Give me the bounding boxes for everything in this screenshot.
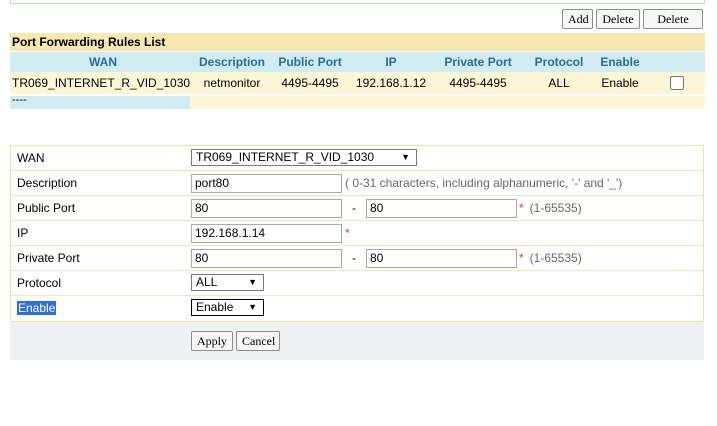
private-port-label: Private Port: [17, 251, 80, 265]
form-actions: Apply Cancel: [10, 322, 704, 360]
cell-protocol: ALL: [526, 72, 593, 94]
ip-label: IP: [17, 226, 29, 240]
apply-button[interactable]: Apply: [191, 331, 233, 351]
dropdown-arrow-icon: ▼: [248, 277, 257, 287]
protocol-label: Protocol: [17, 276, 62, 290]
rule-edit-form: WAN TR069_INTERNET_R_VID_1030 ▼ Descript…: [10, 145, 704, 322]
cell-description: netmonitor: [196, 72, 269, 94]
wan-label: WAN: [17, 151, 45, 165]
column-header-enable: Enable: [592, 52, 649, 72]
public-port-end-input[interactable]: 80: [366, 199, 517, 218]
description-label: Description: [17, 176, 78, 190]
cell-select: [648, 72, 705, 94]
form-row-private-port: Private Port 80 - 80 * (1-65535): [11, 246, 703, 271]
column-header-private-port: Private Port: [430, 52, 527, 72]
dropdown-arrow-icon: ▼: [248, 302, 257, 312]
enable-select[interactable]: Enable ▼: [191, 299, 264, 316]
row-select-checkbox[interactable]: [669, 76, 684, 91]
form-row-description: Description port80 ( 0-31 characters, in…: [11, 171, 703, 196]
public-port-label: Public Port: [17, 201, 76, 215]
public-port-hint: (1-65535): [529, 201, 582, 215]
description-hint: ( 0-31 characters, including alphanumeri…: [345, 176, 623, 190]
cell-private-port: 4495-4495: [430, 72, 527, 94]
form-row-protocol: Protocol ALL ▼: [11, 271, 703, 296]
empty-row: ----: [10, 95, 705, 109]
empty-row-marker: ----: [10, 95, 190, 109]
required-marker: *: [519, 201, 524, 215]
form-row-ip: IP 192.168.1.14 *: [11, 221, 703, 246]
required-marker: *: [519, 251, 524, 265]
column-header-description: Description: [196, 52, 269, 72]
column-header-wan: WAN: [10, 52, 196, 72]
public-port-range-separator: -: [352, 201, 356, 215]
rules-list-title: Port Forwarding Rules List: [10, 33, 705, 51]
cell-public-port: 4495-4495: [268, 72, 353, 94]
dropdown-arrow-icon: ▼: [401, 152, 410, 162]
protocol-select-value: ALL: [196, 275, 218, 289]
description-input[interactable]: port80: [191, 174, 342, 193]
column-header-protocol: Protocol: [526, 52, 593, 72]
add-button[interactable]: Add: [562, 9, 593, 29]
form-row-public-port: Public Port 80 - 80 * (1-65535): [11, 196, 703, 221]
private-port-hint: (1-65535): [529, 251, 582, 265]
table-row[interactable]: TR069_INTERNET_R_VID_1030 netmonitor 449…: [10, 72, 705, 94]
enable-label: Enable: [17, 301, 57, 315]
protocol-select[interactable]: ALL ▼: [191, 274, 264, 291]
ip-input[interactable]: 192.168.1.14: [191, 224, 342, 243]
delete-button[interactable]: Delete: [596, 9, 640, 29]
cell-ip: 192.168.1.12: [352, 72, 431, 94]
private-port-range-separator: -: [352, 251, 356, 265]
column-header-public-port: Public Port: [268, 52, 353, 72]
enable-select-value: Enable: [196, 300, 234, 314]
cell-enable: Enable: [592, 72, 649, 94]
form-row-wan: WAN TR069_INTERNET_R_VID_1030 ▼: [11, 146, 703, 171]
column-header-select: [648, 52, 705, 72]
table-header-row: WAN Description Public Port IP Private P…: [10, 52, 705, 72]
delete-all-button[interactable]: Delete All: [643, 9, 703, 44]
public-port-start-input[interactable]: 80: [191, 199, 342, 218]
wan-select[interactable]: TR069_INTERNET_R_VID_1030 ▼: [191, 149, 417, 166]
required-marker: *: [345, 226, 350, 240]
previous-section-border: [10, 0, 705, 4]
column-header-ip: IP: [352, 52, 431, 72]
wan-select-value: TR069_INTERNET_R_VID_1030: [196, 150, 375, 164]
rules-table: WAN Description Public Port IP Private P…: [10, 52, 705, 94]
form-row-enable: Enable Enable ▼: [11, 296, 703, 321]
private-port-end-input[interactable]: 80: [366, 249, 517, 268]
private-port-start-input[interactable]: 80: [191, 249, 342, 268]
cell-wan: TR069_INTERNET_R_VID_1030: [10, 72, 196, 94]
cancel-button[interactable]: Cancel: [236, 331, 280, 351]
